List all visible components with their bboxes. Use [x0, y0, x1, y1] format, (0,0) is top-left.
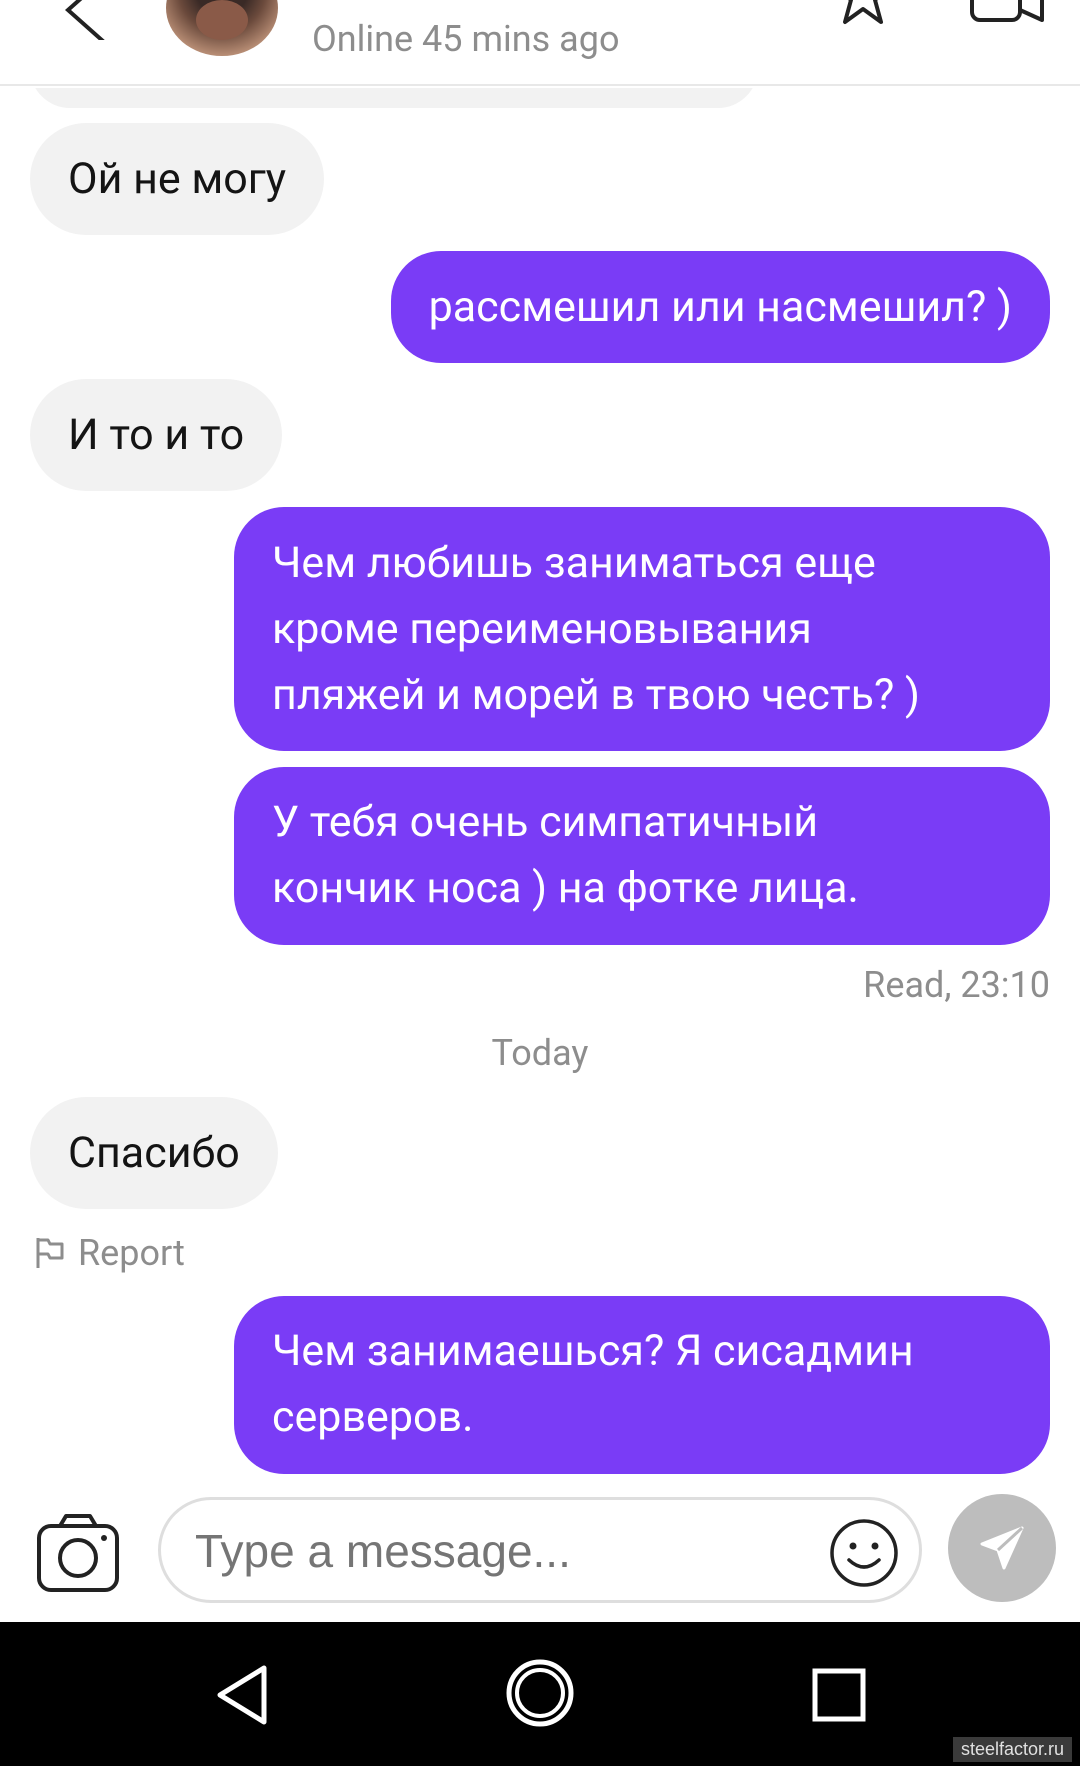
emoji-icon[interactable]: [829, 1518, 899, 1588]
camera-icon[interactable]: [36, 1514, 120, 1594]
avatar[interactable]: [166, 0, 278, 56]
message-line: Чем любишь заниматься еще: [272, 538, 876, 588]
message-line: кончик носа ) на фотке лица.: [272, 863, 859, 913]
video-camera-icon[interactable]: [966, 0, 1046, 28]
message-text: И то и то: [68, 410, 245, 460]
watermark: steelfactor.ru: [952, 1737, 1072, 1762]
message-text: рассмешил или насмешил? ): [428, 282, 1012, 332]
online-status: Online 45 mins ago: [312, 18, 620, 60]
system-nav-bar: steelfactor.ru: [0, 1622, 1080, 1766]
message-bubble-outgoing[interactable]: Чем занимаешься? Я сисадмин серверов.: [234, 1296, 1050, 1474]
read-receipt: Read, 23:10: [863, 964, 1050, 1006]
send-button[interactable]: [948, 1494, 1056, 1602]
message-line: Чем занимаешься? Я сисадмин: [272, 1326, 914, 1376]
message-line: серверов.: [272, 1392, 474, 1442]
message-composer: [0, 1492, 1080, 1622]
report-label: Report: [78, 1232, 185, 1274]
message-bubble-outgoing[interactable]: рассмешил или насмешил? ): [390, 251, 1050, 363]
message-line: кроме переименовывания: [272, 604, 812, 654]
chat-header: Online 45 mins ago: [0, 0, 1080, 86]
send-icon: [980, 1526, 1024, 1570]
back-arrow-icon[interactable]: [56, 0, 126, 40]
message-bubble-incoming[interactable]: Ой не могу: [30, 123, 325, 235]
message-text: Спасибо: [68, 1128, 240, 1178]
message-line: У тебя очень симпатичный: [272, 797, 819, 847]
message-bubble-outgoing[interactable]: Чем любишь заниматься еще кроме переимен…: [234, 507, 1050, 751]
message-bubble-incoming[interactable]: Спасибо: [30, 1097, 278, 1209]
nav-home-icon[interactable]: [505, 1658, 575, 1728]
message-text: Ой не могу: [68, 154, 287, 204]
date-separator: Today: [491, 1032, 589, 1074]
report-link[interactable]: Report: [34, 1232, 185, 1274]
message-input[interactable]: [195, 1524, 795, 1578]
message-input-box[interactable]: [158, 1497, 922, 1603]
nav-back-icon[interactable]: [212, 1662, 272, 1728]
message-bubble-incoming[interactable]: И то и то: [30, 379, 283, 491]
message-bubble-incoming-partial: [30, 88, 758, 108]
message-line: пляжей и морей в твою честь? ): [272, 670, 920, 720]
message-list[interactable]: Ой не могу рассмешил или насмешил? ) И т…: [0, 88, 1080, 1492]
flag-icon: [36, 1238, 64, 1268]
nav-recents-icon[interactable]: [812, 1668, 866, 1722]
star-icon[interactable]: [834, 0, 892, 30]
message-bubble-outgoing[interactable]: У тебя очень симпатичный кончик носа ) н…: [234, 767, 1050, 945]
